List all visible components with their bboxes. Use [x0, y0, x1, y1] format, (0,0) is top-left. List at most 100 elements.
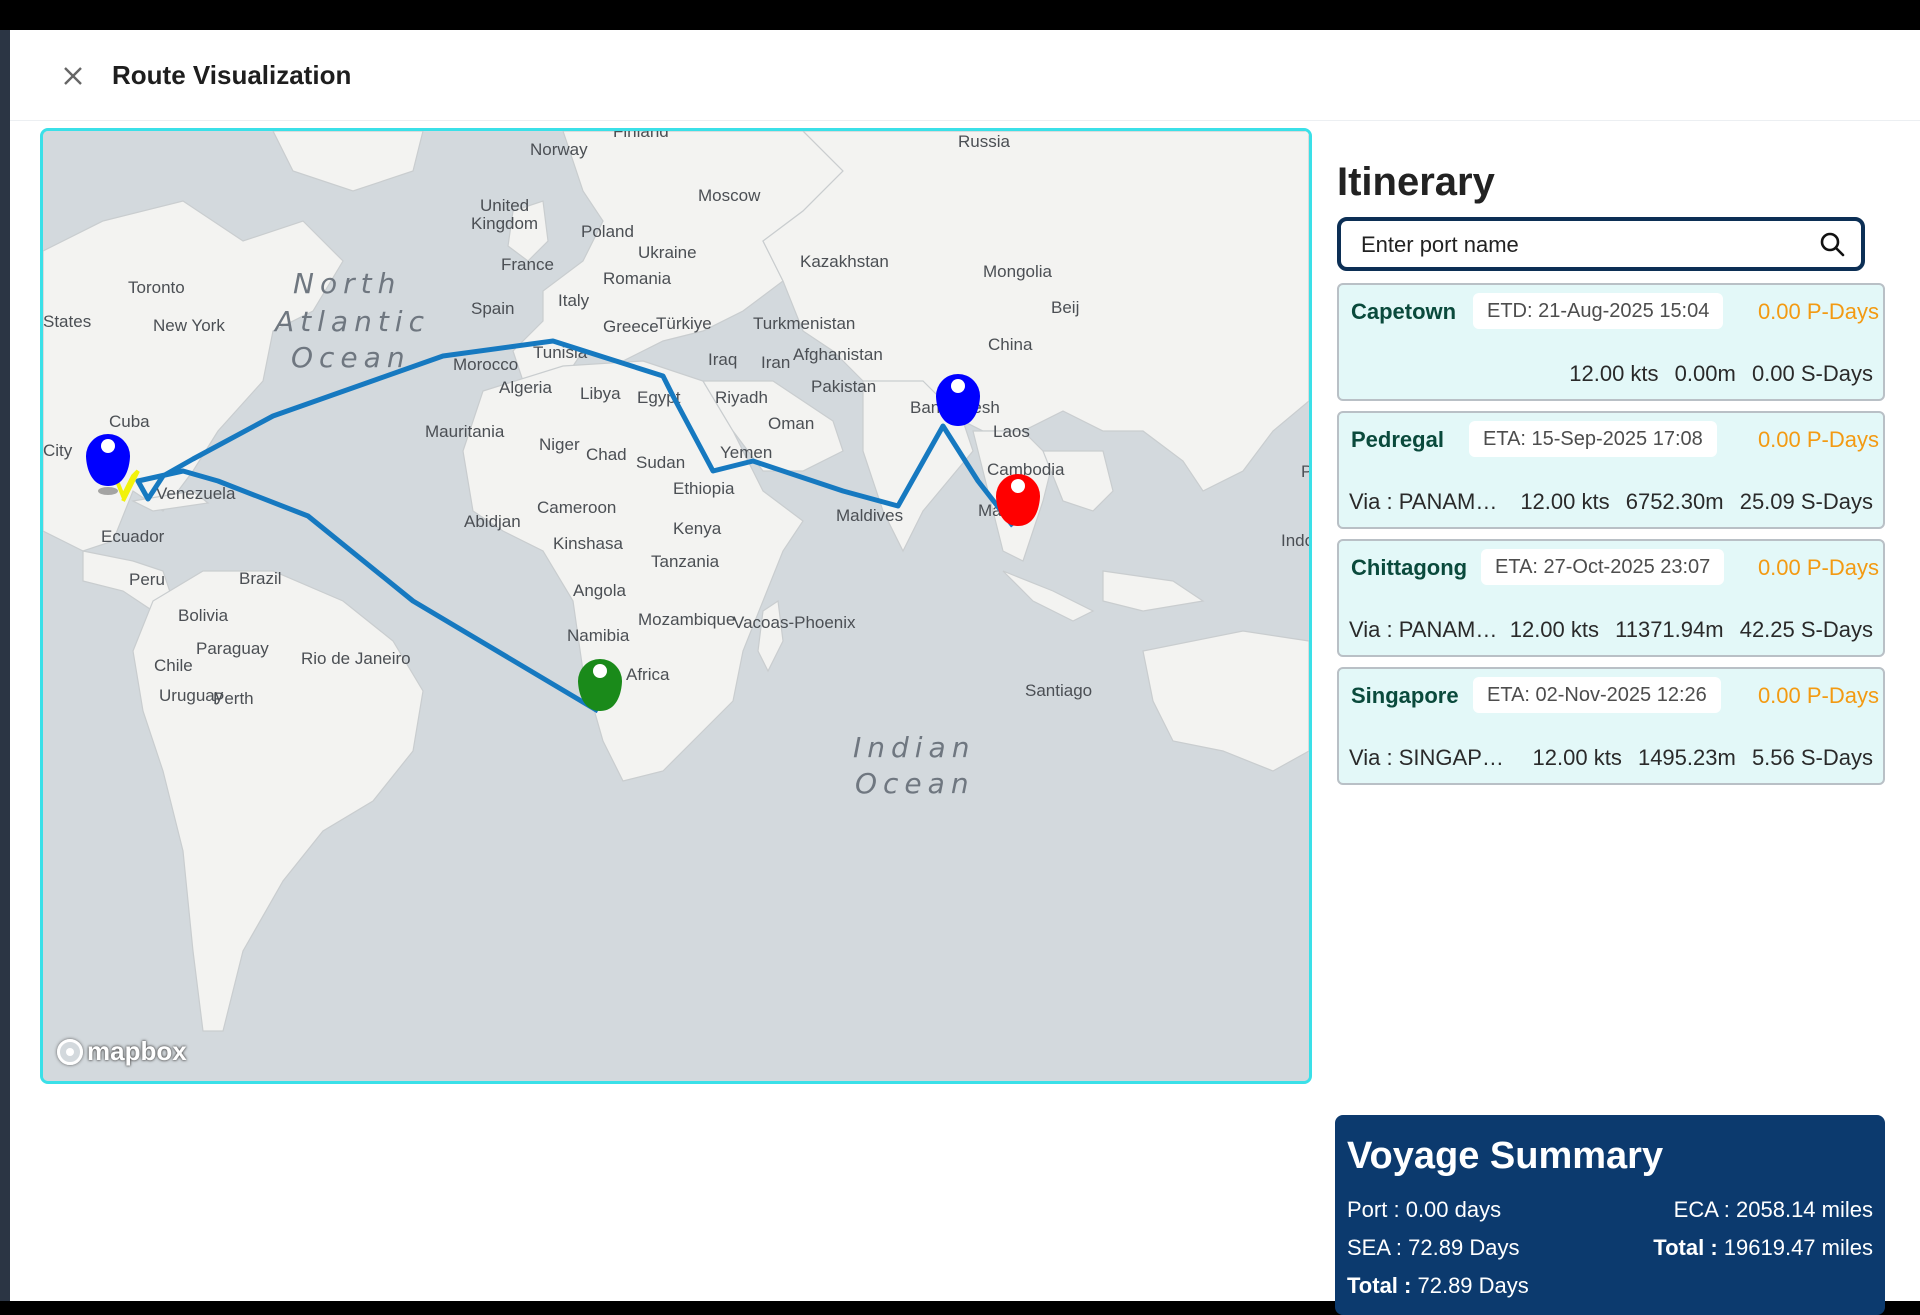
- port-s-days: 25.09 S-Days: [1739, 489, 1873, 514]
- port-search-input[interactable]: [1359, 231, 1803, 259]
- summary-port-value: 0.00 days: [1405, 1197, 1502, 1222]
- itinerary-item-singapore[interactable]: Singapore ETA: 02-Nov-2025 12:26 0.00 P-…: [1337, 667, 1885, 785]
- place-label: Laos: [993, 422, 1030, 441]
- port-s-days: 5.56 S-Days: [1751, 745, 1873, 770]
- place-label: Cuba: [109, 412, 150, 431]
- marker-chittagong[interactable]: [936, 374, 980, 426]
- ocean-label-indian: Indian: [853, 731, 975, 764]
- marker-capetown[interactable]: [578, 659, 622, 711]
- place-label: Russia: [958, 132, 1011, 151]
- port-p-days: 0.00 P-Days: [1757, 683, 1879, 708]
- place-label: Finland: [613, 131, 669, 141]
- summary-port-label: Port :: [1347, 1197, 1400, 1222]
- port-s-days: 0.00 S-Days: [1751, 361, 1873, 386]
- place-label: Mauritania: [425, 422, 505, 441]
- place-label: Kazakhstan: [800, 252, 889, 271]
- port-date: ETA: 15-Sep-2025 17:08: [1469, 421, 1717, 457]
- place-label: United: [480, 196, 529, 215]
- place-label: States: [43, 312, 91, 331]
- place-label: Riyadh: [715, 388, 768, 407]
- itinerary-item-capetown[interactable]: Capetown ETD: 21-Aug-2025 15:04 0.00 P-D…: [1337, 283, 1885, 401]
- place-label: Santiago: [1025, 681, 1092, 700]
- place-label: Pakistan: [811, 377, 876, 396]
- place-label: Moscow: [698, 186, 761, 205]
- port-p-days: 0.00 P-Days: [1757, 555, 1879, 580]
- port-via: Via : PANAMA CANAL: [1349, 617, 1509, 642]
- mapbox-logo-icon: [57, 1038, 83, 1065]
- port-name: Singapore: [1351, 683, 1459, 708]
- route-map[interactable]: North Atlantic Ocean Indian Ocean Finlan…: [40, 128, 1312, 1084]
- summary-total-miles-label: Total :: [1653, 1235, 1718, 1260]
- port-name: Chittagong: [1351, 555, 1468, 580]
- place-label: Ethiopia: [673, 479, 735, 498]
- port-search[interactable]: [1337, 217, 1865, 271]
- place-label: Turkmenistan: [753, 314, 855, 333]
- port-date: ETD: 21-Aug-2025 15:04: [1473, 293, 1724, 329]
- place-label: Afghanistan: [793, 345, 883, 364]
- ocean-label-ocean: Ocean: [291, 341, 411, 374]
- port-speed: 12.00 kts: [1520, 489, 1610, 514]
- port-distance: 0.00m: [1674, 361, 1736, 386]
- place-label: Algeria: [499, 378, 552, 397]
- place-label: Tanzania: [651, 552, 720, 571]
- summary-total-days-value: 72.89 Days: [1417, 1273, 1529, 1298]
- ocean-label-atlantic: Atlantic: [273, 305, 430, 338]
- port-via: Via : PANAMA CANAL: [1349, 489, 1509, 514]
- itinerary-title: Itinerary: [1337, 160, 1495, 204]
- place-label: Vacoas-Phoenix: [733, 613, 856, 632]
- modal-header: Route Visualization: [10, 30, 1920, 121]
- port-p-days: 0.00 P-Days: [1757, 299, 1879, 324]
- port-speed: 12.00 kts: [1569, 361, 1659, 386]
- place-label: Türkiye: [656, 314, 712, 333]
- mapbox-logo[interactable]: mapbox: [57, 1036, 187, 1067]
- port-date: ETA: 02-Nov-2025 12:26: [1473, 677, 1721, 713]
- place-label: Mongolia: [983, 262, 1053, 281]
- port-name: Pedregal: [1351, 427, 1444, 452]
- map-canvas[interactable]: North Atlantic Ocean Indian Ocean Finlan…: [43, 131, 1309, 1081]
- summary-sea-days: SEA : 72.89 Days: [1347, 1235, 1519, 1261]
- summary-total-miles-value: 19619.47 miles: [1723, 1235, 1873, 1260]
- place-label: Bolivia: [178, 606, 229, 625]
- port-via: Via : SINGAPORE STRAIT: [1349, 745, 1509, 770]
- place-label: Iran: [761, 353, 790, 372]
- itinerary-panel: Itinerary Capetown ETD: 21-Aug-2025 15:0…: [1325, 128, 1895, 785]
- search-icon[interactable]: [1819, 231, 1845, 257]
- place-label: City: [43, 441, 73, 460]
- place-label: Ecuador: [101, 527, 165, 546]
- port-date: ETA: 27-Oct-2025 23:07: [1481, 549, 1725, 585]
- place-label: Romania: [603, 269, 672, 288]
- summary-total-days-label: Total :: [1347, 1273, 1412, 1298]
- marker-singapore[interactable]: [996, 474, 1040, 526]
- place-label: Greece: [603, 317, 659, 336]
- place-label: Yemen: [720, 443, 772, 462]
- place-label: France: [501, 255, 554, 274]
- port-stats: 12.00 kts 6752.30m 25.09 S-Days: [1520, 489, 1873, 515]
- place-label: Niger: [539, 435, 580, 454]
- place-label: Cameroon: [537, 498, 616, 517]
- summary-sea-label: SEA :: [1347, 1235, 1403, 1260]
- place-label: Spain: [471, 299, 514, 318]
- itinerary-item-pedregal[interactable]: Pedregal ETA: 15-Sep-2025 17:08 0.00 P-D…: [1337, 411, 1885, 529]
- port-distance: 11371.94m: [1615, 617, 1724, 642]
- place-label: Toronto: [128, 278, 185, 297]
- port-speed: 12.00 kts: [1532, 745, 1622, 770]
- itinerary-item-chittagong[interactable]: Chittagong ETA: 27-Oct-2025 23:07 0.00 P…: [1337, 539, 1885, 657]
- place-label: Uruguay: [159, 686, 224, 705]
- place-label: Maldives: [836, 506, 903, 525]
- place-label: Kingdom: [471, 214, 538, 233]
- summary-port-days: Port : 0.00 days: [1347, 1197, 1501, 1223]
- place-label: Namibia: [567, 626, 630, 645]
- place-label: Mozambique: [638, 610, 735, 629]
- summary-total-miles: Total : 19619.47 miles: [1653, 1235, 1873, 1261]
- place-label: Iraq: [708, 350, 737, 369]
- place-label: Norway: [530, 140, 588, 159]
- port-stats: 12.00 kts 0.00m 0.00 S-Days: [1569, 361, 1873, 387]
- place-label: Sudan: [636, 453, 685, 472]
- close-icon[interactable]: [55, 58, 91, 94]
- place-label: Venezuela: [156, 484, 236, 503]
- place-label: Ukraine: [638, 243, 697, 262]
- summary-eca-label: ECA :: [1673, 1197, 1730, 1222]
- place-label: Libya: [580, 384, 621, 403]
- place-label: Angola: [573, 581, 626, 600]
- port-distance: 1495.23m: [1637, 745, 1736, 770]
